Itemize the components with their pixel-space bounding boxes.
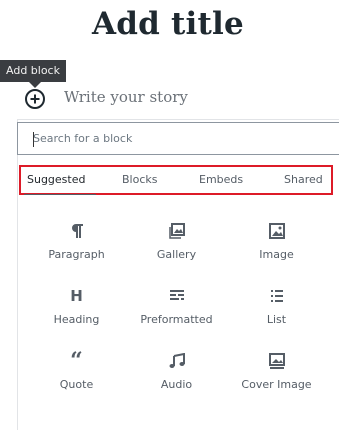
block-search-input[interactable] [18, 123, 339, 154]
block-label: Audio [160, 378, 193, 391]
block-label: Heading [53, 313, 100, 326]
block-preformatted[interactable]: Preformatted [125, 276, 228, 340]
preformatted-icon [125, 286, 228, 306]
block-label: List [266, 313, 287, 326]
block-paragraph[interactable]: Paragraph [25, 211, 128, 275]
tab-shared[interactable]: Shared [284, 173, 323, 186]
block-quote[interactable]: “ Quote [25, 341, 128, 405]
paragraph-icon [25, 221, 128, 241]
block-heading[interactable]: H Heading [25, 276, 128, 340]
block-gallery[interactable]: Gallery [125, 211, 228, 275]
block-search-field[interactable] [17, 122, 339, 155]
heading-icon: H [70, 287, 83, 305]
block-label: Paragraph [48, 248, 105, 261]
cover-image-icon [225, 351, 328, 371]
list-icon [225, 286, 328, 306]
add-block-tooltip: Add block [0, 60, 66, 88]
tab-embeds[interactable]: Embeds [199, 173, 243, 186]
block-label: Gallery [156, 248, 197, 261]
block-label: Image [259, 248, 294, 261]
tab-suggested[interactable]: Suggested [27, 173, 85, 186]
tab-blocks[interactable]: Blocks [122, 173, 157, 186]
block-list[interactable]: List [225, 276, 328, 340]
block-image[interactable]: Image [225, 211, 328, 275]
block-cover-image[interactable]: Cover Image [225, 341, 328, 405]
add-block-icon[interactable] [25, 89, 45, 109]
block-audio[interactable]: Audio [125, 341, 228, 405]
active-tab-indicator [24, 194, 96, 195]
audio-icon [125, 351, 228, 371]
block-label: Preformatted [140, 313, 213, 326]
text-caret [33, 132, 34, 147]
post-title[interactable]: Add title [92, 6, 244, 42]
image-icon [225, 221, 328, 241]
gallery-icon [125, 221, 228, 241]
block-label: Quote [59, 378, 94, 391]
write-story-placeholder[interactable]: Write your story [64, 88, 188, 106]
quote-icon: “ [70, 348, 83, 374]
inserter-tabs: Suggested Blocks Embeds Shared [19, 165, 333, 195]
block-label: Cover Image [241, 378, 312, 391]
